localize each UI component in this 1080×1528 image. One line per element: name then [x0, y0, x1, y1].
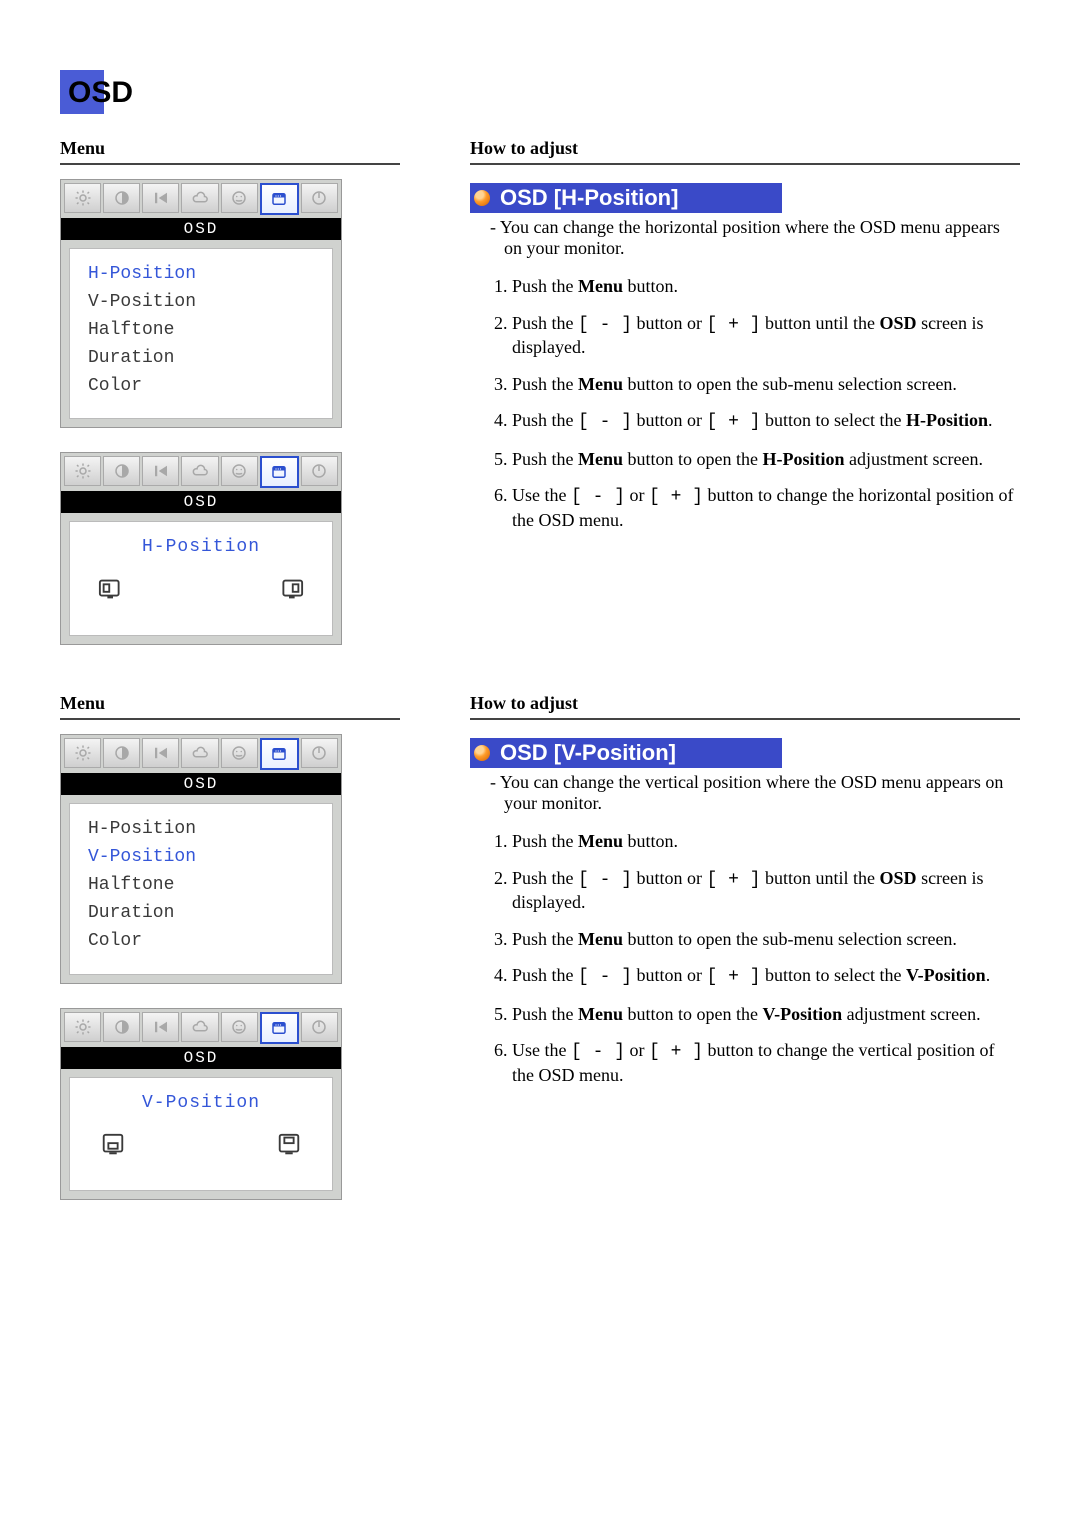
bullet-icon: [474, 745, 490, 761]
osd-tab-1[interactable]: [103, 456, 140, 486]
osd-tab-5[interactable]: [260, 738, 299, 770]
adjust-right-icon[interactable]: [274, 1132, 304, 1169]
steps-list: Push the Menu button. Push the [ - ] butt…: [512, 830, 1020, 1086]
menu-illustrations: OSDH-PositionV-PositionHalftoneDurationC…: [60, 734, 400, 1224]
osd-list-panel: OSD H-PositionV-PositionHalftoneDurationC…: [60, 179, 342, 428]
section-desc: - You can change the vertical position w…: [504, 772, 1020, 814]
osd-tab-5[interactable]: [260, 1012, 299, 1044]
section-desc: - You can change the horizontal position…: [504, 217, 1020, 259]
menu-illustrations: OSDH-PositionV-PositionHalftoneDurationC…: [60, 179, 400, 669]
adjust-right-icon[interactable]: [274, 576, 304, 613]
osd-tab-3[interactable]: [181, 738, 218, 768]
osd-item-2[interactable]: Halftone: [88, 872, 314, 900]
osd-list: H-PositionV-PositionHalftoneDurationColo…: [69, 248, 333, 419]
col-howto-header: How to adjust: [470, 693, 1020, 720]
osd-header: OSD: [61, 773, 341, 795]
osd-tab-1[interactable]: [103, 183, 140, 213]
osd-tab-4[interactable]: [221, 183, 258, 213]
osd-item-0[interactable]: H-Position: [88, 261, 314, 289]
step-4: Push the [ - ] button or [ + ] button to…: [512, 409, 1020, 434]
adjust-left-icon[interactable]: [98, 576, 128, 613]
osd-tab-4[interactable]: [221, 456, 258, 486]
osd-adjust-body: H-Position: [69, 521, 333, 636]
section-heading: OSD [H-Position]: [470, 183, 782, 213]
osd-tab-6[interactable]: [301, 456, 338, 486]
osd-tab-0[interactable]: [64, 183, 101, 213]
osd-header: OSD: [61, 218, 341, 240]
osd-tab-1[interactable]: [103, 738, 140, 768]
osd-header: OSD: [61, 491, 341, 513]
howto-content: OSD [V-Position] - You can change the ver…: [470, 734, 1020, 1224]
page-title: OSD: [68, 76, 133, 109]
adjust-left-icon[interactable]: [98, 1132, 128, 1169]
osd-tab-3[interactable]: [181, 183, 218, 213]
osd-tab-0[interactable]: [64, 1012, 101, 1042]
col-howto-header: How to adjust: [470, 138, 1020, 165]
osd-item-2[interactable]: Halftone: [88, 317, 314, 345]
osd-adjust-title: V-Position: [88, 1090, 314, 1118]
col-menu-header: Menu: [60, 693, 400, 720]
step-6: Use the [ - ] or [ + ] button to change …: [512, 484, 1020, 531]
osd-adjust-title: H-Position: [88, 534, 314, 562]
osd-item-0[interactable]: H-Position: [88, 816, 314, 844]
osd-tab-2[interactable]: [142, 738, 179, 768]
osd-tab-3[interactable]: [181, 1012, 218, 1042]
osd-tab-2[interactable]: [142, 456, 179, 486]
osd-header: OSD: [61, 1047, 341, 1069]
osd-tab-5[interactable]: [260, 183, 299, 215]
osd-tab-4[interactable]: [221, 738, 258, 768]
section-heading: OSD [V-Position]: [470, 738, 782, 768]
osd-tab-bar: [61, 1009, 341, 1047]
osd-tab-6[interactable]: [301, 738, 338, 768]
step-3: Push the Menu button to open the sub-men…: [512, 928, 1020, 951]
osd-item-3[interactable]: Duration: [88, 900, 314, 928]
osd-tab-5[interactable]: [260, 456, 299, 488]
osd-tab-0[interactable]: [64, 456, 101, 486]
osd-tab-2[interactable]: [142, 183, 179, 213]
step-2: Push the [ - ] button or [ + ] button un…: [512, 312, 1020, 359]
page-title-wrap: OSD: [60, 70, 1020, 120]
step-5: Push the Menu button to open the H-Posit…: [512, 448, 1020, 471]
osd-tab-bar: [61, 735, 341, 773]
osd-item-1[interactable]: V-Position: [88, 844, 314, 872]
step-1: Push the Menu button.: [512, 275, 1020, 298]
osd-item-3[interactable]: Duration: [88, 345, 314, 373]
step-3: Push the Menu button to open the sub-men…: [512, 373, 1020, 396]
osd-tab-bar: [61, 453, 341, 491]
howto-content: OSD [H-Position] - You can change the hor…: [470, 179, 1020, 669]
osd-tab-0[interactable]: [64, 738, 101, 768]
osd-item-4[interactable]: Color: [88, 373, 314, 401]
osd-item-1[interactable]: V-Position: [88, 289, 314, 317]
step-2: Push the [ - ] button or [ + ] button un…: [512, 867, 1020, 914]
osd-adjust-body: V-Position: [69, 1077, 333, 1192]
osd-list: H-PositionV-PositionHalftoneDurationColo…: [69, 803, 333, 974]
osd-tab-6[interactable]: [301, 183, 338, 213]
osd-tab-6[interactable]: [301, 1012, 338, 1042]
bullet-icon: [474, 190, 490, 206]
steps-list: Push the Menu button. Push the [ - ] butt…: [512, 275, 1020, 531]
osd-tab-2[interactable]: [142, 1012, 179, 1042]
osd-tab-4[interactable]: [221, 1012, 258, 1042]
step-6: Use the [ - ] or [ + ] button to change …: [512, 1039, 1020, 1086]
osd-list-panel: OSD H-PositionV-PositionHalftoneDurationC…: [60, 734, 342, 983]
osd-tab-3[interactable]: [181, 456, 218, 486]
osd-adjust-panel: OSD H-Position: [60, 452, 342, 645]
step-1: Push the Menu button.: [512, 830, 1020, 853]
step-4: Push the [ - ] button or [ + ] button to…: [512, 964, 1020, 989]
section-heading-text: OSD [H-Position]: [500, 185, 678, 211]
step-5: Push the Menu button to open the V-Posit…: [512, 1003, 1020, 1026]
osd-tab-1[interactable]: [103, 1012, 140, 1042]
osd-item-4[interactable]: Color: [88, 928, 314, 956]
osd-adjust-panel: OSD V-Position: [60, 1008, 342, 1201]
section-heading-text: OSD [V-Position]: [500, 740, 676, 766]
osd-tab-bar: [61, 180, 341, 218]
col-menu-header: Menu: [60, 138, 400, 165]
